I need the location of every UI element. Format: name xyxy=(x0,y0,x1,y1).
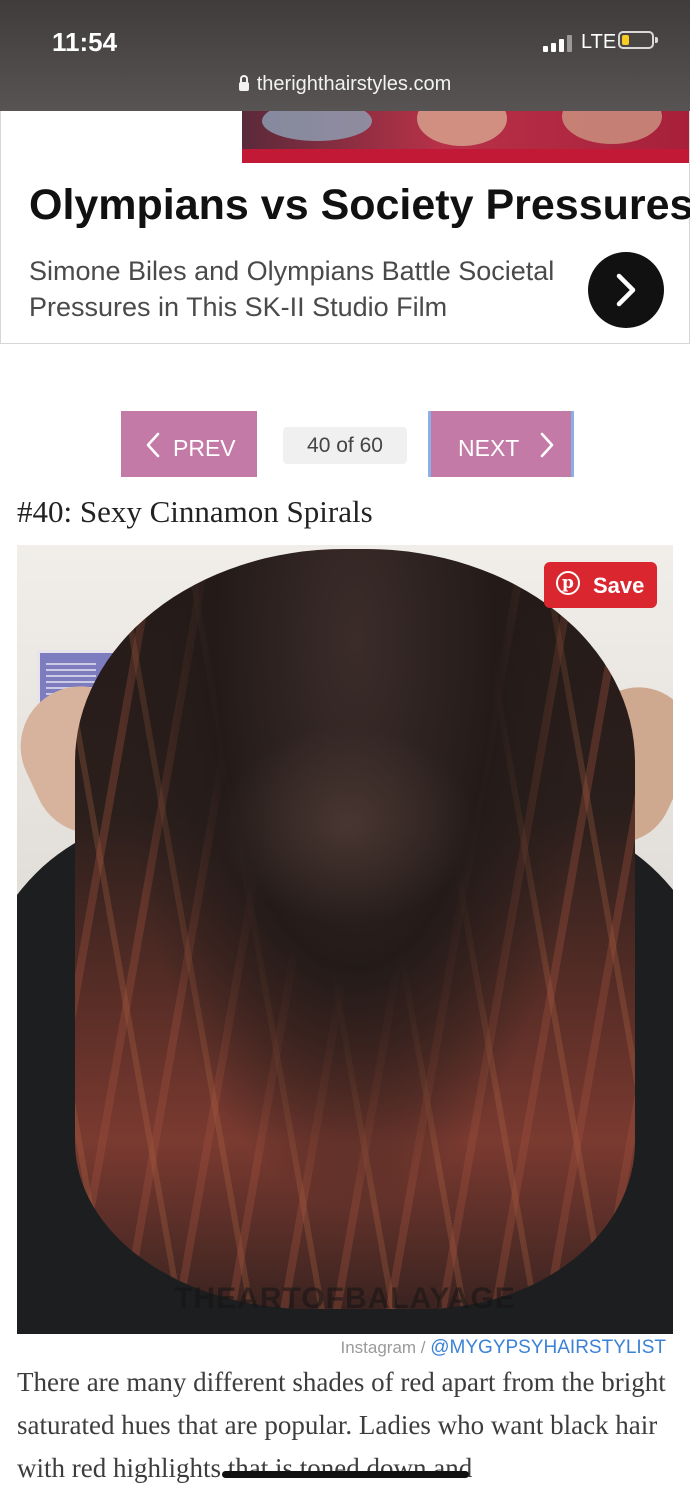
credit-handle-link[interactable]: @MYGYPSYHAIRSTYLIST xyxy=(430,1337,666,1358)
ad-subtitle: Simone Biles and Olympians Battle Societ… xyxy=(29,256,555,322)
hair xyxy=(75,549,635,1309)
pinterest-save-button[interactable]: p Save xyxy=(544,562,657,608)
pin-save-label: Save xyxy=(593,573,645,598)
battery-icon xyxy=(618,31,658,49)
status-time: 11:54 xyxy=(52,27,118,57)
next-label: NEXT xyxy=(458,435,520,461)
prev-label: PREV xyxy=(173,435,236,461)
url-text: therighthairstyles.com xyxy=(256,73,452,95)
chevron-right-icon xyxy=(616,273,636,307)
credit-source: Instagram / xyxy=(340,1338,426,1357)
ad-banner-image xyxy=(242,111,689,163)
signal-icon xyxy=(543,34,573,52)
page-counter: 40 of 60 xyxy=(283,427,407,464)
image-credit: Instagram / @MYGYPSYHAIRSTYLIST xyxy=(340,1337,666,1359)
page: 11:54 LTE therighthairstyles.com Olympia… xyxy=(0,0,690,1493)
prev-button[interactable]: PREV xyxy=(121,411,257,477)
ad-open-button[interactable] xyxy=(588,252,664,328)
advertisement[interactable]: Olympians vs Society Pressures Simone Bi… xyxy=(0,111,690,344)
next-button[interactable]: NEXT xyxy=(428,411,574,477)
lock-icon xyxy=(238,75,249,91)
ad-title[interactable]: Olympians vs Society Pressures xyxy=(29,181,690,230)
pinterest-icon: p xyxy=(556,571,580,595)
home-indicator[interactable] xyxy=(222,1471,469,1478)
browser-top-bar: 11:54 LTE therighthairstyles.com xyxy=(0,0,690,111)
chevron-left-icon xyxy=(146,432,160,458)
hairstyle-photo[interactable]: THEARTOFBALAYAGE xyxy=(17,545,673,1334)
image-watermark: THEARTOFBALAYAGE xyxy=(174,1282,516,1315)
network-label: LTE xyxy=(581,31,617,53)
chevron-right-icon xyxy=(540,432,554,458)
item-title: #40: Sexy Cinnamon Spirals xyxy=(17,494,373,529)
address-bar[interactable]: therighthairstyles.com xyxy=(0,73,690,96)
